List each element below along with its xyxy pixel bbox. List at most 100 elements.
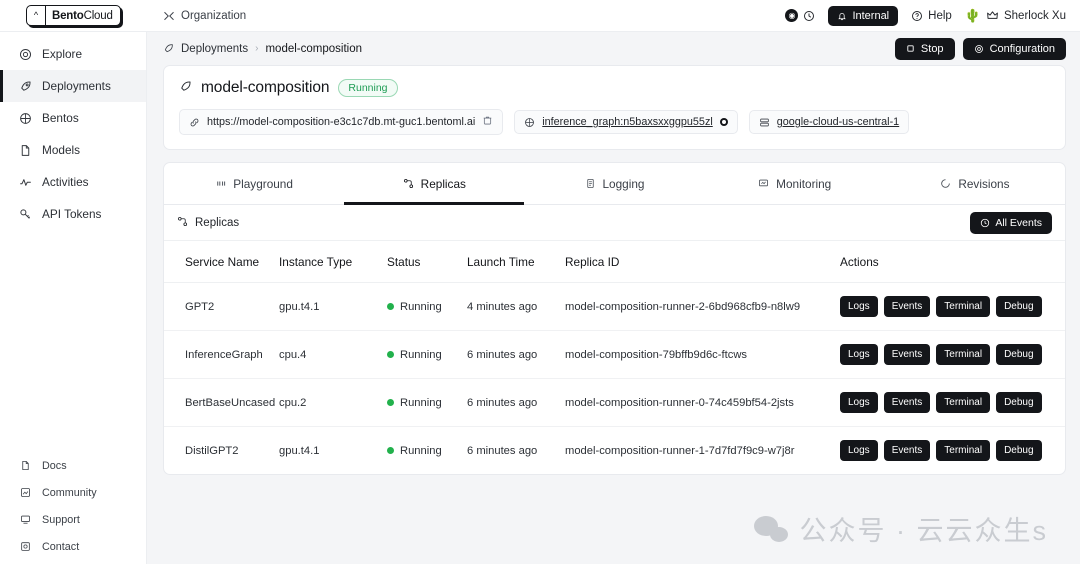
terminal-button[interactable]: Terminal xyxy=(936,440,990,461)
terminal-button[interactable]: Terminal xyxy=(936,296,990,317)
cluster-name[interactable]: google-cloud-us-central-1 xyxy=(777,116,899,128)
deployment-title-row: model-composition Running xyxy=(179,79,1050,97)
events-button[interactable]: Events xyxy=(884,296,931,317)
internal-badge[interactable]: Internal xyxy=(828,6,898,26)
tab-revisions[interactable]: Revisions xyxy=(885,163,1065,204)
revisions-icon xyxy=(940,178,951,189)
debug-button[interactable]: Debug xyxy=(996,344,1041,365)
tab-monitoring[interactable]: Monitoring xyxy=(705,163,885,204)
cell-service-name: DistilGPT2 xyxy=(164,427,279,475)
col-header-replica-id: Replica ID xyxy=(565,241,840,283)
logs-button[interactable]: Logs xyxy=(840,440,878,461)
tab-label-playground: Playground xyxy=(233,177,293,191)
col-header-status: Status xyxy=(387,241,467,283)
monitoring-icon xyxy=(758,178,769,189)
row-actions: Logs Events Terminal Debug xyxy=(840,392,1065,413)
cell-service-name: GPT2 xyxy=(164,283,279,331)
tab-playground[interactable]: Playground xyxy=(164,163,344,204)
logs-button[interactable]: Logs xyxy=(840,344,878,365)
deployment-summary-card: model-composition Running https://model-… xyxy=(163,65,1066,150)
user-menu[interactable]: 🌵 Sherlock Xu xyxy=(965,8,1066,24)
sidebar-item-community[interactable]: Community xyxy=(0,479,146,506)
endpoint-url: https://model-composition-e3c1c7db.mt-gu… xyxy=(207,116,475,128)
cell-replica-id: model-composition-runner-1-7d7fd7f9c9-w7… xyxy=(565,427,840,475)
cell-actions: Logs Events Terminal Debug xyxy=(840,379,1065,427)
help-button[interactable]: Help xyxy=(911,10,952,22)
status-dot-icon xyxy=(387,399,394,406)
breadcrumb-separator: › xyxy=(255,43,258,54)
crown-icon xyxy=(986,9,999,22)
top-bar-actions: ◉ Internal Help xyxy=(785,6,1080,26)
stop-button[interactable]: Stop xyxy=(895,38,955,60)
breadcrumb-root[interactable]: Deployments xyxy=(181,43,248,55)
support-icon xyxy=(18,514,32,525)
debug-button[interactable]: Debug xyxy=(996,440,1041,461)
cell-actions: Logs Events Terminal Debug xyxy=(840,331,1065,379)
events-button[interactable]: Events xyxy=(884,344,931,365)
cell-replica-id: model-composition-79bffb9d6c-ftcws xyxy=(565,331,840,379)
sidebar-item-activities[interactable]: Activities xyxy=(0,166,146,198)
sidebar-item-api-tokens[interactable]: API Tokens xyxy=(0,198,146,230)
body: Explore Deployments Bentos Models xyxy=(0,32,1080,564)
sidebar-item-explore[interactable]: Explore xyxy=(0,38,146,70)
status-indicator: Running xyxy=(387,445,467,457)
debug-button[interactable]: Debug xyxy=(996,392,1041,413)
compass-icon xyxy=(18,48,32,61)
endpoint-url-chip[interactable]: https://model-composition-e3c1c7db.mt-gu… xyxy=(179,109,503,135)
logs-button[interactable]: Logs xyxy=(840,296,878,317)
copy-icon[interactable] xyxy=(482,115,493,129)
bento-chip[interactable]: inference_graph:n5baxsxxggpu55zl xyxy=(514,110,737,134)
tab-label-logging: Logging xyxy=(603,177,645,191)
status-text: Running xyxy=(400,301,442,313)
events-button[interactable]: Events xyxy=(884,392,931,413)
sidebar-label-activities: Activities xyxy=(42,175,89,189)
replicas-icon xyxy=(403,178,414,189)
organization-label: Organization xyxy=(181,10,246,22)
cell-instance-type: gpu.t4.1 xyxy=(279,283,387,331)
sidebar-item-deployments[interactable]: Deployments xyxy=(0,70,146,102)
pulse-icon xyxy=(18,176,32,189)
sidebar-item-bentos[interactable]: Bentos xyxy=(0,102,146,134)
events-button[interactable]: Events xyxy=(884,440,931,461)
all-events-button[interactable]: All Events xyxy=(970,212,1052,234)
tab-label-replicas: Replicas xyxy=(421,177,466,191)
cluster-chip[interactable]: google-cloud-us-central-1 xyxy=(749,110,909,134)
terminal-button[interactable]: Terminal xyxy=(936,344,990,365)
sidebar-item-models[interactable]: Models xyxy=(0,134,146,166)
debug-button[interactable]: Debug xyxy=(996,296,1041,317)
cell-instance-type: gpu.t4.1 xyxy=(279,427,387,475)
stop-square-icon xyxy=(906,44,915,53)
table-row: BertBaseUncased cpu.2 Running 6 minutes … xyxy=(164,379,1065,427)
terminal-button[interactable]: Terminal xyxy=(936,392,990,413)
status-text: Running xyxy=(400,445,442,457)
col-header-launch-time: Launch Time xyxy=(467,241,565,283)
tab-label-monitoring: Monitoring xyxy=(776,177,831,191)
sidebar-item-docs[interactable]: Docs xyxy=(0,452,146,479)
cell-instance-type: cpu.4 xyxy=(279,331,387,379)
rocket-icon xyxy=(163,43,174,54)
sidebar-label-deployments: Deployments xyxy=(42,79,111,93)
history-clock-icon[interactable] xyxy=(803,10,815,22)
tab-bar: Playground Replicas Loggin xyxy=(164,163,1065,205)
bento-detail-icon[interactable] xyxy=(720,118,728,126)
logs-button[interactable]: Logs xyxy=(840,392,878,413)
cell-actions: Logs Events Terminal Debug xyxy=(840,283,1065,331)
status-text: Running xyxy=(400,349,442,361)
logging-icon xyxy=(585,178,596,189)
grafana-icon[interactable]: ◉ xyxy=(785,9,798,22)
tab-logging[interactable]: Logging xyxy=(524,163,704,204)
sidebar-item-support[interactable]: Support xyxy=(0,506,146,533)
bento-name[interactable]: inference_graph:n5baxsxxggpu55zl xyxy=(542,116,712,128)
configuration-button[interactable]: Configuration xyxy=(963,38,1066,60)
organization-switcher[interactable]: Organization xyxy=(163,10,246,22)
cell-launch-time: 6 minutes ago xyxy=(467,427,565,475)
sidebar-spacer xyxy=(0,230,146,452)
sidebar: Explore Deployments Bentos Models xyxy=(0,32,147,564)
sidebar-item-contact[interactable]: Contact xyxy=(0,533,146,560)
content-scroll: model-composition Running https://model-… xyxy=(147,65,1080,564)
bentocloud-logo[interactable]: ^ BentoCloud xyxy=(26,5,121,26)
cell-service-name: InferenceGraph xyxy=(164,331,279,379)
tab-replicas[interactable]: Replicas xyxy=(344,163,524,204)
deployment-name: model-composition xyxy=(201,79,329,97)
sidebar-label-api-tokens: API Tokens xyxy=(42,207,101,221)
